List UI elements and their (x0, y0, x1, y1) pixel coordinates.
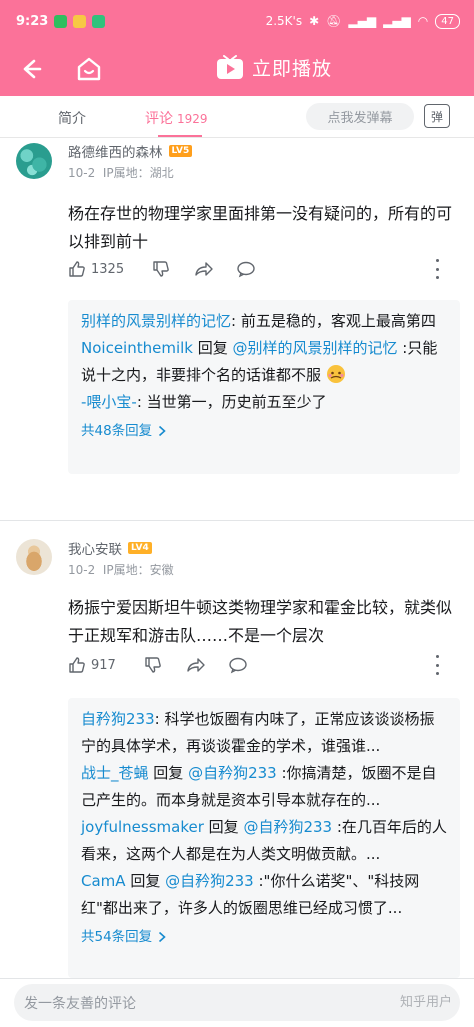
reply-item: Noiceinthemilk 回复 @别样的风景别样的记忆 :只能说十之内，非要… (81, 335, 448, 389)
comment-input-bar: 发一条友善的评论 知乎用户 (0, 978, 474, 1027)
danmaku-toggle-button[interactable]: 弹 (424, 104, 450, 128)
tab-active-indicator (158, 135, 202, 137)
reply-author[interactable]: Noiceinthemilk (81, 339, 193, 357)
comment-text: 杨振宁爱因斯坦牛顿这类物理学家和霍金比较，就类似于正规军和游击队……不是一个层次 (68, 598, 453, 645)
reply-item: joyfulnessmaker 回复 @自矜狗233 :在几百年后的人看来，这两… (81, 814, 448, 868)
reply-word: 回复 (203, 818, 244, 836)
like-button[interactable]: 1325 (68, 260, 124, 278)
tab-bar: 简介 评论 1929 点我发弹幕 弹 (0, 96, 474, 138)
reply-preview-box[interactable]: 别样的风景别样的记忆: 前五是稳的，客观上最高第四 Noiceinthemilk… (68, 300, 460, 474)
reply-author[interactable]: CamA (81, 872, 126, 890)
reply-author[interactable]: 别样的风景别样的记忆 (81, 312, 231, 330)
signal-icon: ▂▄▆ (383, 14, 411, 28)
emoji-icon (326, 365, 345, 383)
tab-intro[interactable]: 简介 (58, 108, 86, 128)
view-all-replies-label: 共54条回复 (81, 929, 153, 945)
comments-count: 1929 (177, 112, 208, 126)
view-all-replies-link[interactable]: 共48条回复 (81, 416, 448, 446)
reply-text: : 前五是稳的，客观上最高第四 (231, 312, 436, 330)
reply-author[interactable]: 战士_苍蝇 (81, 764, 149, 782)
chevron-right-icon (159, 931, 166, 943)
comment-username[interactable]: 我心安联 (68, 538, 122, 558)
level-badge: LV5 (168, 145, 193, 157)
watermark-text: 知乎用户 (400, 995, 453, 1010)
back-arrow-icon[interactable] (16, 55, 44, 83)
comment-ip: IP属地：安徽 (102, 563, 174, 577)
app-notification-icon (73, 14, 87, 28)
thumbs-down-icon[interactable] (144, 656, 162, 674)
reply-item: -喂小宝-: 当世第一，历史前五至少了 (81, 389, 448, 416)
like-count: 917 (91, 657, 116, 673)
view-all-replies-label: 共48条回复 (81, 423, 153, 439)
comment-divider (0, 520, 474, 521)
play-now-button[interactable]: 立即播放 (216, 54, 332, 81)
like-button[interactable]: 917 (68, 656, 116, 674)
reply-item: 自矜狗233: 科学也饭圈有内味了，正常应该谈谈杨振宁的具体学术，再谈谈霍金的学… (81, 706, 448, 760)
thumbs-up-icon (69, 261, 85, 277)
level-badge: LV4 (128, 542, 152, 554)
reply-mention[interactable]: @自矜狗233 (188, 764, 277, 782)
battery-indicator: 47 (435, 13, 460, 29)
reply-mention[interactable]: @自矜狗233 (243, 818, 332, 836)
reply-item: 战士_苍蝇 回复 @自矜狗233 :你搞清楚，饭圈不是自己产生的。而本身就是资本… (81, 760, 448, 814)
thumbs-down-icon[interactable] (152, 260, 170, 278)
tab-comments-label: 评论 (145, 111, 173, 127)
share-icon[interactable] (186, 656, 206, 674)
app-notification-icon (54, 14, 68, 28)
comment-date: 10-2 (68, 166, 96, 180)
reply-item: CamA 回复 @自矜狗233 :"你什么诺奖"、"科技网红"都出来了，许多人的… (81, 868, 448, 922)
reply-preview-box[interactable]: 自矜狗233: 科学也饭圈有内味了，正常应该谈谈杨振宁的具体学术，再谈谈霍金的学… (68, 698, 460, 978)
comment-date: 10-2 (68, 563, 96, 577)
more-options-icon[interactable] (432, 655, 442, 675)
avatar[interactable] (16, 539, 52, 575)
reply-author[interactable]: -喂小宝- (81, 393, 137, 411)
more-options-icon[interactable] (432, 259, 442, 279)
thumbs-up-icon (69, 657, 85, 673)
play-now-label: 立即播放 (252, 58, 333, 80)
app-notification-icon (92, 14, 106, 28)
network-speed: 2.5K's (265, 14, 303, 28)
status-time: 9:23 (16, 13, 49, 29)
danmaku-input[interactable]: 点我发弹幕 (306, 103, 414, 130)
signal-icon: ▂▄▆ (348, 14, 377, 28)
status-bar: 9:23 2.5K's ✱ 🔕︎ ▂▄▆ ▂▄▆ ◠ 47 (0, 0, 474, 42)
chevron-right-icon (159, 425, 166, 437)
reply-word: 回复 (148, 764, 189, 782)
home-icon[interactable] (74, 54, 104, 84)
avatar[interactable] (16, 143, 52, 179)
reply-author[interactable]: 自矜狗233 (81, 710, 155, 728)
reply-word: 回复 (125, 872, 166, 890)
comment-text: 杨在存世的物理学家里面排第一没有疑问的，所有的可以排到前十 (68, 204, 453, 251)
comment-username[interactable]: 路德维西的森林 (68, 141, 163, 161)
share-icon[interactable] (194, 260, 214, 278)
app-bar: 立即播放 (0, 42, 474, 96)
reply-mention[interactable]: @自矜狗233 (165, 872, 254, 890)
tab-comments[interactable]: 评论 1929 (145, 108, 208, 128)
comment-ip: IP属地：湖北 (102, 166, 174, 180)
wifi-icon: ◠ (417, 14, 429, 28)
mute-icon: 🔕︎ (326, 14, 342, 28)
comment-input[interactable]: 发一条友善的评论 (14, 984, 460, 1021)
view-all-replies-link[interactable]: 共54条回复 (81, 922, 448, 952)
reply-comment-icon[interactable] (236, 260, 256, 278)
reply-text: : 当世第一，历史前五至少了 (136, 393, 327, 411)
reply-author[interactable]: joyfulnessmaker (81, 818, 204, 836)
tv-play-icon (217, 54, 243, 79)
reply-mention[interactable]: @别样的风景别样的记忆 (233, 339, 398, 357)
reply-item: 别样的风景别样的记忆: 前五是稳的，客观上最高第四 (81, 308, 448, 335)
reply-word: 回复 (192, 339, 233, 357)
like-count: 1325 (91, 261, 125, 277)
bluetooth-icon: ✱ (309, 14, 320, 28)
reply-comment-icon[interactable] (228, 656, 248, 674)
